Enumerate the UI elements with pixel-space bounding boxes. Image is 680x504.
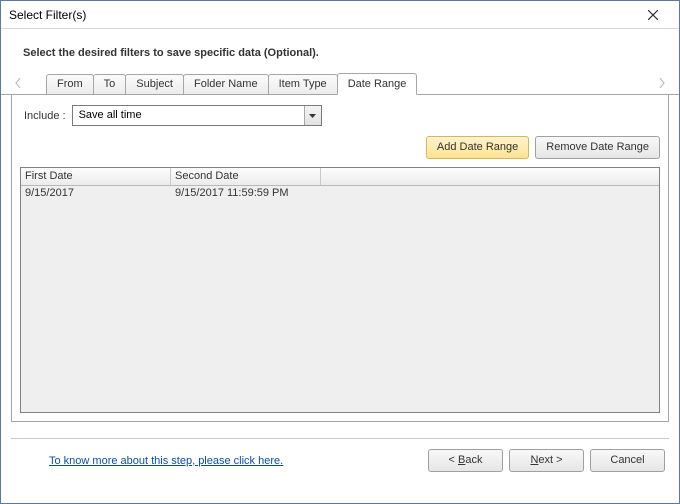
dialog-window: Select Filter(s) Select the desired filt… — [0, 0, 680, 504]
include-row: Include : Save all time — [24, 105, 660, 126]
footer: To know more about this step, please cli… — [1, 439, 679, 484]
tab-date-range[interactable]: Date Range — [337, 73, 418, 95]
tab-item-type[interactable]: Item Type — [268, 74, 338, 94]
tab-subject[interactable]: Subject — [125, 74, 184, 94]
tab-panel-date-range: Include : Save all time Add Date Range R… — [11, 95, 669, 422]
range-buttons-row: Add Date Range Remove Date Range — [20, 136, 660, 159]
include-select-value: Save all time — [72, 105, 322, 126]
help-link[interactable]: To know more about this step, please cli… — [49, 455, 283, 467]
col-filler — [321, 168, 659, 185]
close-button[interactable] — [633, 1, 673, 28]
tab-to[interactable]: To — [93, 74, 127, 94]
back-button[interactable]: < Back — [428, 449, 503, 472]
instruction-text: Select the desired filters to save speci… — [1, 29, 679, 73]
window-title: Select Filter(s) — [9, 8, 633, 22]
titlebar: Select Filter(s) — [1, 1, 679, 29]
close-icon — [648, 10, 658, 20]
tab-folder-name[interactable]: Folder Name — [183, 74, 269, 94]
chevron-left-icon — [15, 78, 21, 88]
tab-scroll-left[interactable] — [11, 74, 25, 92]
remove-date-range-button[interactable]: Remove Date Range — [535, 136, 660, 159]
tabstrip: From To Subject Folder Name Item Type Da… — [1, 73, 679, 95]
wizard-buttons: < Back Next > Cancel — [428, 449, 665, 472]
table-row[interactable]: 9/15/2017 9/15/2017 11:59:59 PM — [21, 186, 659, 202]
include-select[interactable]: Save all time — [72, 105, 322, 126]
cell-second-date: 9/15/2017 11:59:59 PM — [171, 186, 321, 202]
col-first-date[interactable]: First Date — [21, 168, 171, 185]
grid-header: First Date Second Date — [21, 168, 659, 186]
tab-scroll-right[interactable] — [655, 74, 669, 92]
date-range-grid[interactable]: First Date Second Date 9/15/2017 9/15/20… — [20, 167, 660, 413]
tabs-container: From To Subject Folder Name Item Type Da… — [47, 73, 417, 94]
cancel-button[interactable]: Cancel — [590, 449, 665, 472]
tab-from[interactable]: From — [46, 74, 94, 94]
cell-first-date: 9/15/2017 — [21, 186, 171, 202]
next-button[interactable]: Next > — [509, 449, 584, 472]
include-label: Include : — [24, 110, 66, 122]
chevron-right-icon — [659, 78, 665, 88]
col-second-date[interactable]: Second Date — [171, 168, 321, 185]
dialog-body: Select the desired filters to save speci… — [1, 29, 679, 503]
add-date-range-button[interactable]: Add Date Range — [426, 136, 529, 159]
